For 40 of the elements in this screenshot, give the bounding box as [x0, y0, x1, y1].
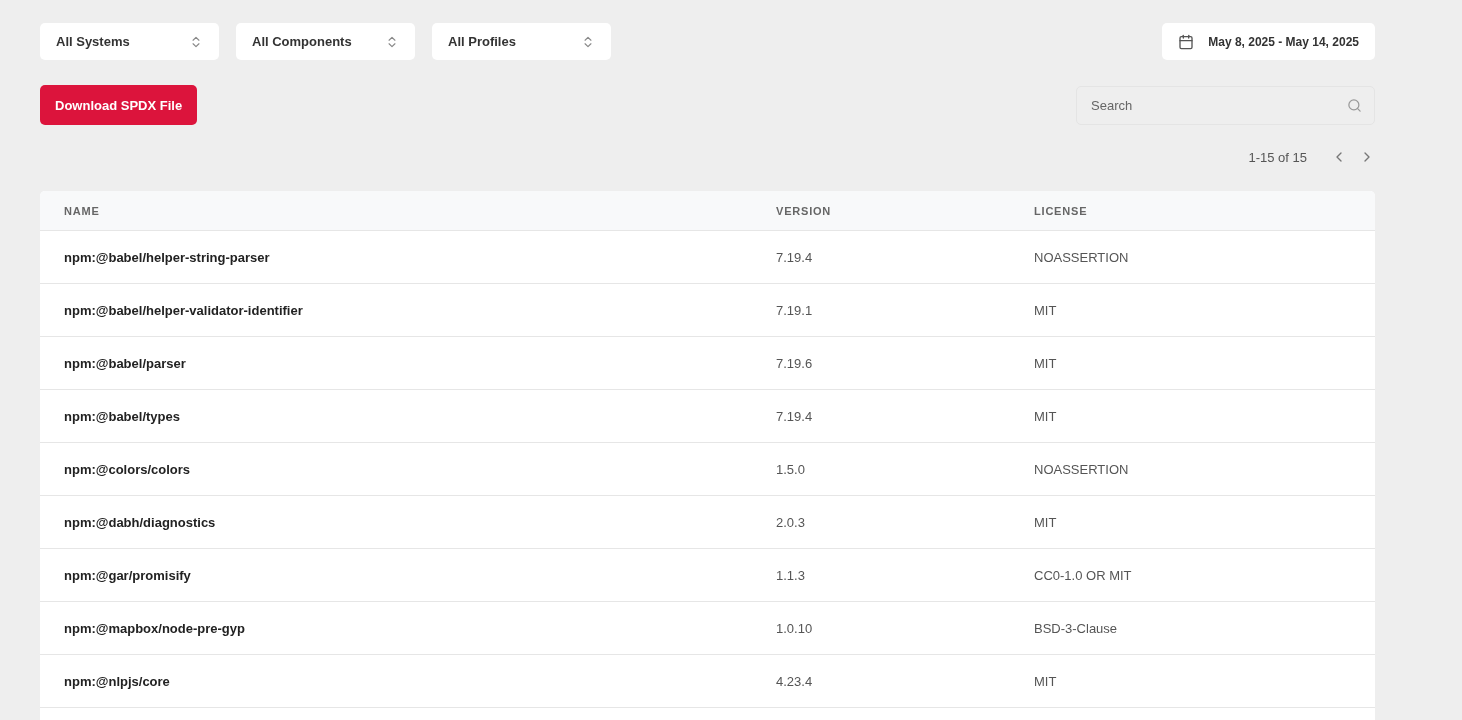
- search-input[interactable]: Search: [1089, 96, 1347, 114]
- table-cell-text: npm:@gar/promisify: [63, 567, 192, 583]
- table-cell-text: npm:@babel/parser: [63, 355, 187, 371]
- download-button[interactable]: Download SPDX File: [40, 85, 198, 125]
- table-cell-text: 1.5.0: [775, 461, 806, 477]
- table-cell-text: 7.19.6: [775, 355, 814, 371]
- table-cell-text: npm:@dabh/diagnostics: [63, 514, 217, 530]
- table-cell-text: npm:@mapbox/node-pre-gyp: [63, 620, 246, 636]
- table-cell-text: MIT: [1033, 355, 1058, 371]
- table-cell-text: npm:@babel/helper-validator-identifier: [63, 302, 304, 318]
- table-cell-text: 7.19.4: [775, 408, 814, 424]
- table-cell-text: MIT: [1033, 673, 1058, 689]
- table-cell-text: BSD-3-Clause: [1033, 620, 1119, 636]
- calendar-icon: [1178, 33, 1195, 50]
- search-field[interactable]: Search: [1076, 85, 1375, 125]
- table-cell-text: npm:@babel/types: [63, 408, 181, 424]
- filter-dropdown[interactable]: All Systems: [40, 23, 219, 60]
- search-icon: [1347, 97, 1362, 113]
- table-cell-text: 7.19.1: [775, 302, 814, 318]
- table-cell-text: CC0-1.0 OR MIT: [1033, 567, 1133, 583]
- table-cell-text: MIT: [1033, 408, 1058, 424]
- filter-dropdown[interactable]: All Components: [236, 23, 415, 60]
- column-header: VERSION: [775, 204, 833, 217]
- date-range-button[interactable]: May 8, 2025 - May 14, 2025: [1162, 23, 1375, 60]
- table-cell-text: 2.0.3: [775, 514, 806, 530]
- table-cell-text: NOASSERTION: [1033, 461, 1130, 477]
- column-header: LICENSE: [1033, 204, 1089, 217]
- table-cell-text: MIT: [1033, 302, 1058, 318]
- table-cell-text: 4.23.4: [775, 673, 814, 689]
- table-cell-text: 7.19.4: [775, 249, 814, 265]
- table-cell-text: NOASSERTION: [1033, 249, 1130, 265]
- table-cell-text: 1.0.10: [775, 620, 814, 636]
- table-cell-text: npm:@nlpjs/core: [63, 673, 171, 689]
- filter-dropdown[interactable]: All Profiles: [432, 23, 611, 60]
- table-cell-text: 1.1.3: [775, 567, 806, 583]
- pagination-range: 1-15 of 15: [1248, 149, 1307, 165]
- column-header: NAME: [63, 204, 101, 217]
- table-cell-text: npm:@babel/helper-string-parser: [63, 249, 271, 265]
- table-cell-text: MIT: [1033, 514, 1058, 530]
- table-cell-text: npm:@colors/colors: [63, 461, 192, 477]
